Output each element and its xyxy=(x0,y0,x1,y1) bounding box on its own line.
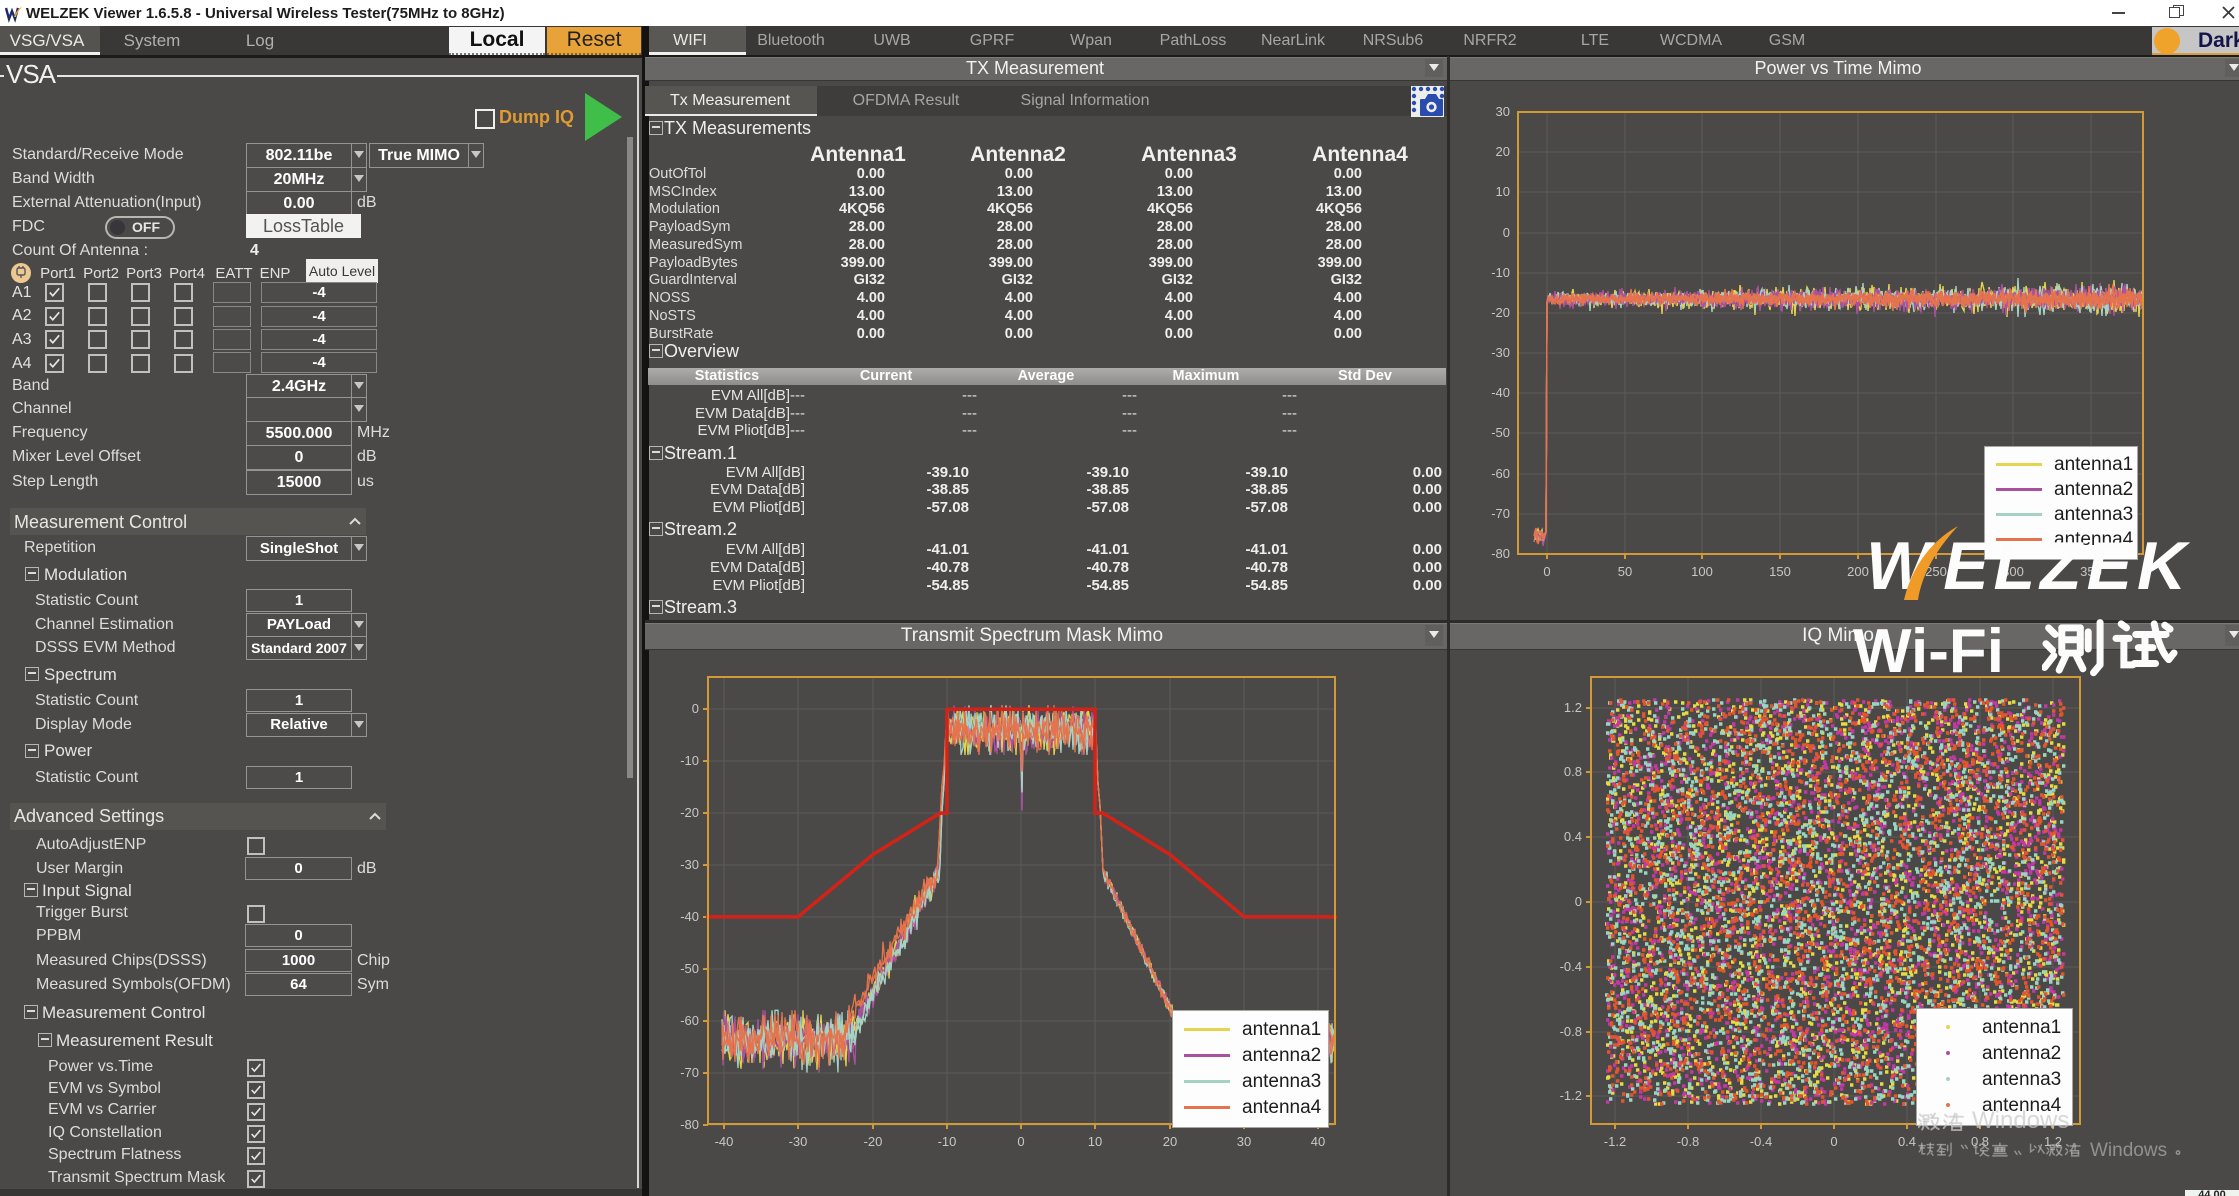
svg-text:-30: -30 xyxy=(789,1134,808,1149)
svg-text:-0.8: -0.8 xyxy=(1560,1024,1582,1039)
svg-text:-80: -80 xyxy=(680,1117,699,1132)
svg-text:-0.4: -0.4 xyxy=(1560,959,1582,974)
svg-text:-40: -40 xyxy=(680,909,699,924)
svg-text:30: 30 xyxy=(1237,1134,1251,1149)
svg-text:-20: -20 xyxy=(1491,305,1510,320)
svg-text:-40: -40 xyxy=(1491,385,1510,400)
svg-text:-30: -30 xyxy=(1491,345,1510,360)
svg-text:-20: -20 xyxy=(864,1134,883,1149)
svg-text:0.4: 0.4 xyxy=(1898,1134,1916,1149)
svg-text:-10: -10 xyxy=(938,1134,957,1149)
svg-text:0: 0 xyxy=(1830,1134,1837,1149)
svg-text:-1.2: -1.2 xyxy=(1604,1134,1626,1149)
svg-text:150: 150 xyxy=(1769,564,1791,579)
svg-text:0: 0 xyxy=(1543,564,1550,579)
svg-text:1.2: 1.2 xyxy=(1564,700,1582,715)
svg-text:-0.8: -0.8 xyxy=(1677,1134,1699,1149)
svg-text:30: 30 xyxy=(1496,104,1510,119)
svg-text:0: 0 xyxy=(692,701,699,716)
svg-text:20: 20 xyxy=(1496,144,1510,159)
svg-text:-50: -50 xyxy=(680,961,699,976)
svg-text:-70: -70 xyxy=(1491,506,1510,521)
svg-text:-30: -30 xyxy=(680,857,699,872)
svg-text:0: 0 xyxy=(1017,1134,1024,1149)
svg-text:-80: -80 xyxy=(1491,546,1510,561)
svg-text:-10: -10 xyxy=(680,753,699,768)
svg-text:-60: -60 xyxy=(1491,466,1510,481)
svg-text:0: 0 xyxy=(1503,225,1510,240)
svg-text:50: 50 xyxy=(1618,564,1632,579)
svg-text:20: 20 xyxy=(1163,1134,1177,1149)
svg-text:0.4: 0.4 xyxy=(1564,829,1582,844)
svg-text:40: 40 xyxy=(1311,1134,1325,1149)
svg-text:-20: -20 xyxy=(680,805,699,820)
svg-text:0.8: 0.8 xyxy=(1564,764,1582,779)
svg-text:-1.2: -1.2 xyxy=(1560,1088,1582,1103)
svg-text:100: 100 xyxy=(1691,564,1713,579)
svg-text:0: 0 xyxy=(1575,894,1582,909)
svg-text:-60: -60 xyxy=(680,1013,699,1028)
svg-text:-40: -40 xyxy=(715,1134,734,1149)
svg-text:-50: -50 xyxy=(1491,425,1510,440)
svg-text:10: 10 xyxy=(1088,1134,1102,1149)
svg-text:-70: -70 xyxy=(680,1065,699,1080)
svg-text:-0.4: -0.4 xyxy=(1750,1134,1772,1149)
svg-text:10: 10 xyxy=(1496,184,1510,199)
svg-text:-10: -10 xyxy=(1491,265,1510,280)
